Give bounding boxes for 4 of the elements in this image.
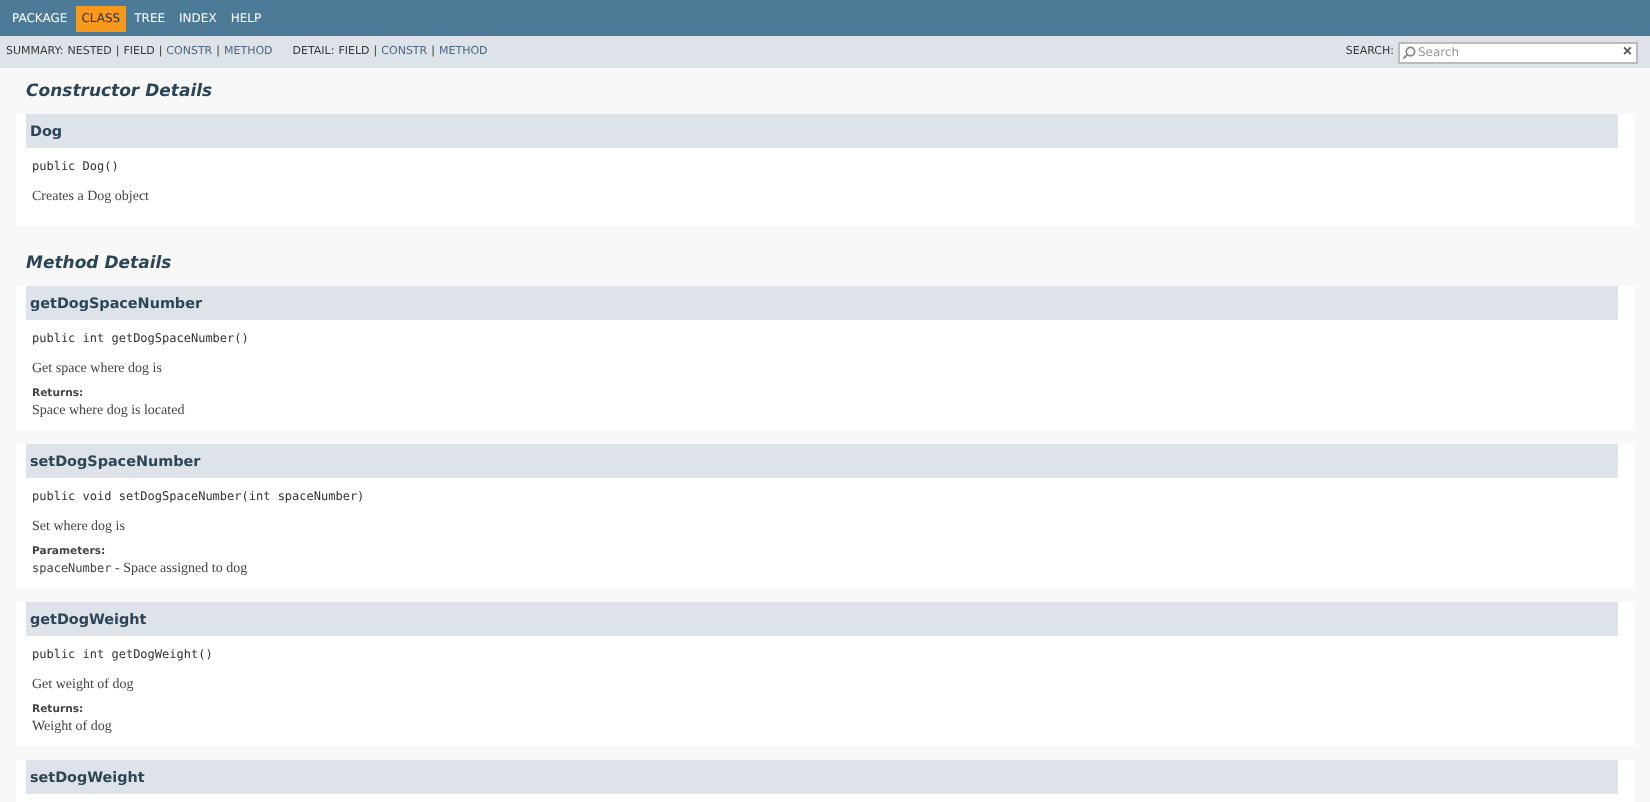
section-title: Constructor Details xyxy=(26,82,215,102)
clear-button[interactable]: × xyxy=(1618,44,1636,60)
search-icon xyxy=(1402,45,1416,59)
section-title: Method Details xyxy=(26,254,174,274)
